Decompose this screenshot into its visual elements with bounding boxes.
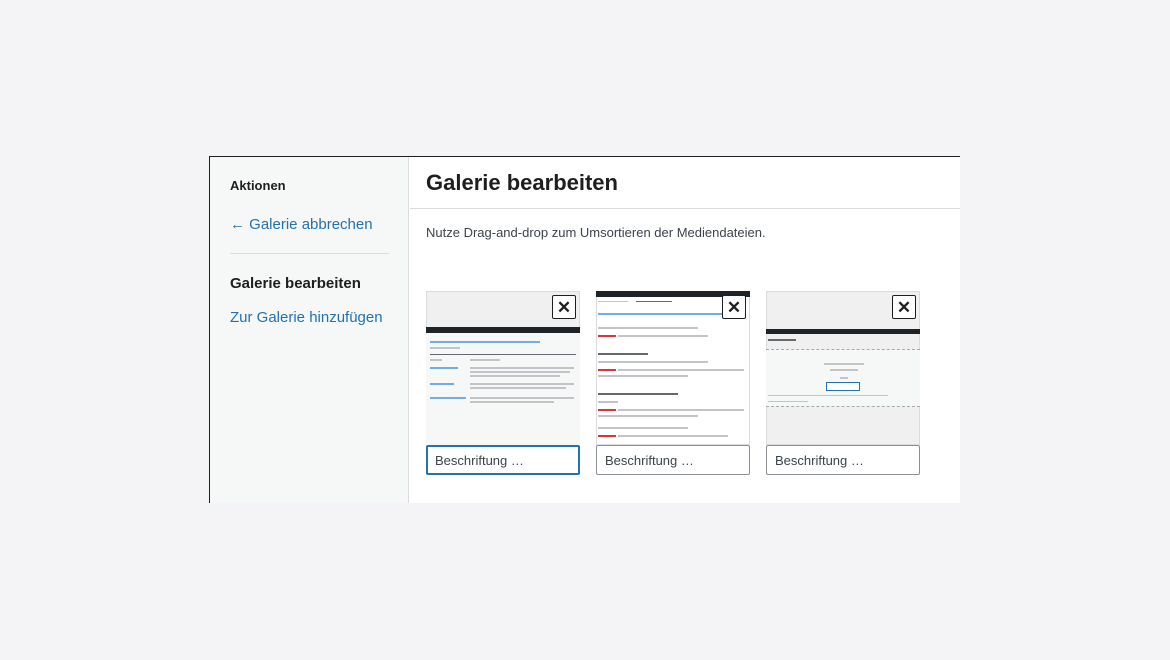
- instructions-text: Nutze Drag-and-drop zum Umsortieren der …: [426, 225, 766, 240]
- media-content: Galerie bearbeiten Nutze Drag-and-drop z…: [410, 157, 960, 503]
- caption-input[interactable]: [596, 445, 750, 475]
- gallery-attachment[interactable]: ✕: [766, 291, 920, 475]
- attachment-thumbnail[interactable]: ✕: [766, 291, 920, 445]
- title-bar: Galerie bearbeiten: [410, 157, 960, 209]
- sidebar-separator: [230, 253, 389, 254]
- remove-attachment-button[interactable]: ✕: [892, 295, 916, 319]
- gallery-attachment[interactable]: ✕: [426, 291, 580, 475]
- attachment-thumbnail[interactable]: ✕: [596, 291, 750, 445]
- caption-input[interactable]: [766, 445, 920, 475]
- remove-attachment-button[interactable]: ✕: [722, 295, 746, 319]
- page-title: Galerie bearbeiten: [426, 170, 618, 195]
- remove-attachment-button[interactable]: ✕: [552, 295, 576, 319]
- media-sidebar: Aktionen ← Galerie abbrechen Galerie bea…: [210, 157, 409, 503]
- gallery-attachment[interactable]: ✕: [596, 291, 750, 475]
- sidebar-item-edit-gallery[interactable]: Galerie bearbeiten: [230, 275, 361, 292]
- attachment-thumbnail[interactable]: ✕: [426, 291, 580, 445]
- edit-gallery-modal: Aktionen ← Galerie abbrechen Galerie bea…: [209, 156, 960, 503]
- cancel-gallery-link[interactable]: ← Galerie abbrechen: [230, 216, 373, 233]
- caption-input[interactable]: [426, 445, 580, 475]
- sidebar-heading: Aktionen: [230, 178, 286, 193]
- add-to-gallery-link[interactable]: Zur Galerie hinzufügen: [230, 309, 383, 326]
